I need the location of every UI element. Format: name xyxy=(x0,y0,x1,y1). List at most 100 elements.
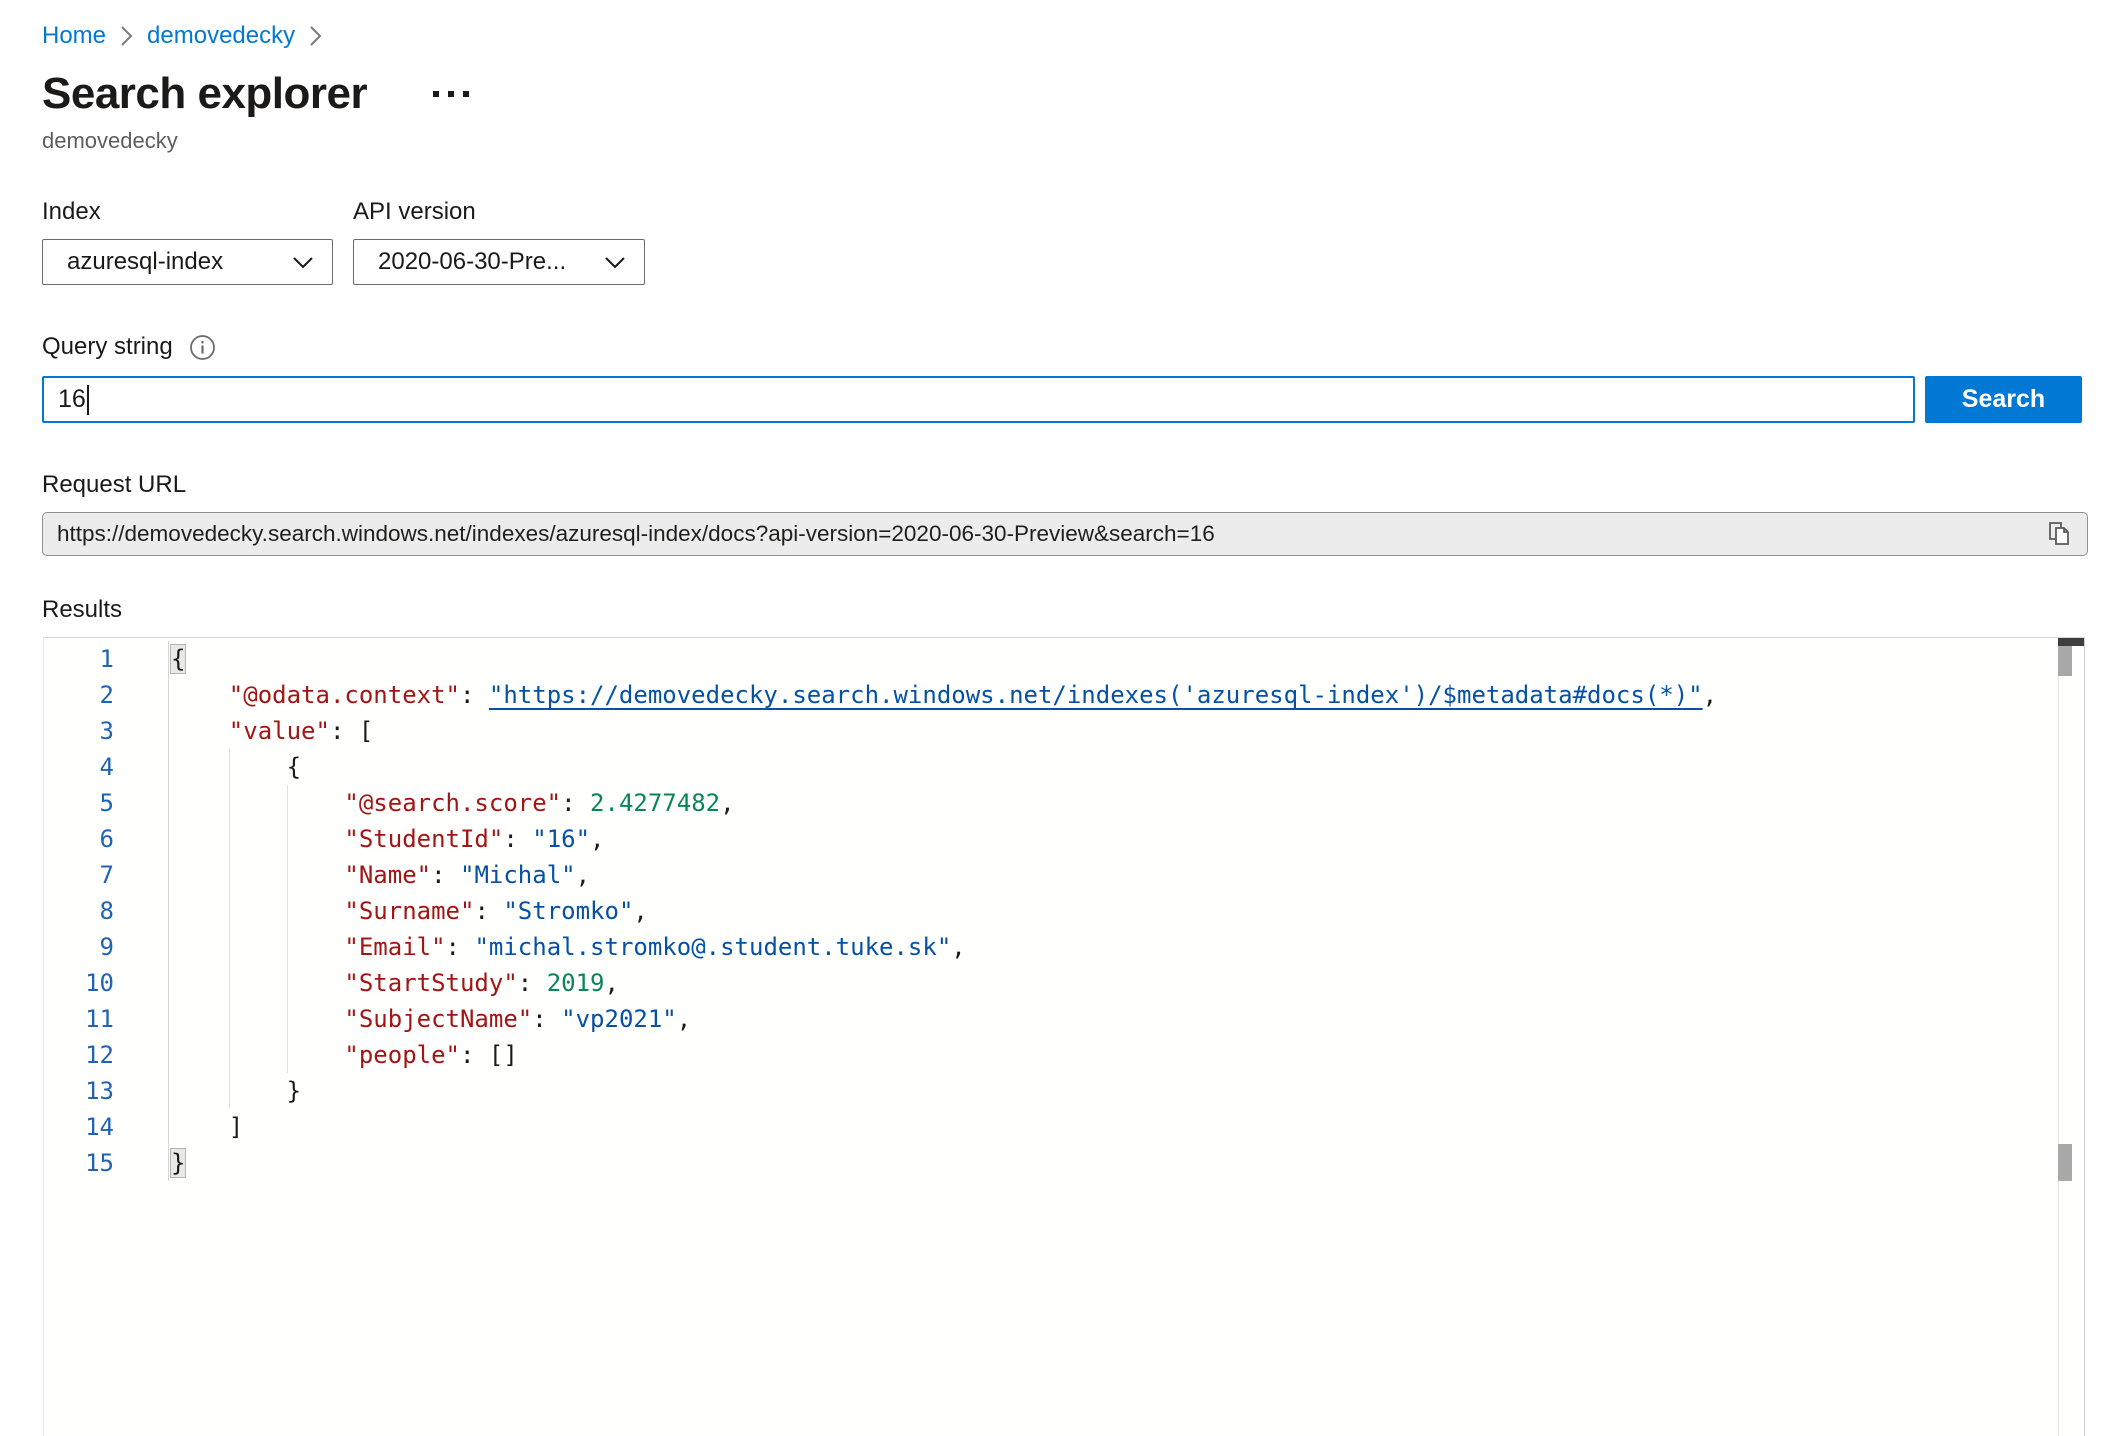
line-number: 3 xyxy=(44,713,168,749)
code-text: ] xyxy=(168,1109,2084,1145)
breadcrumb-link-home[interactable]: Home xyxy=(42,22,106,50)
code-text: } xyxy=(168,1073,2084,1109)
indent-guide xyxy=(229,1073,230,1109)
code-line: 2 "@odata.context": "https://demovedecky… xyxy=(44,677,2084,713)
line-number: 11 xyxy=(44,1001,168,1037)
code-text: "Surname": "Stromko", xyxy=(168,893,2084,929)
code-line: 9 "Email": "michal.stromko@.student.tuke… xyxy=(44,929,2084,965)
code-text: { xyxy=(168,641,2084,677)
json-token: "16" xyxy=(532,825,590,853)
scrollbar-marker xyxy=(2058,638,2084,646)
code-line: 4 { xyxy=(44,749,2084,785)
json-token: : xyxy=(431,861,460,889)
code-line: 6 "StudentId": "16", xyxy=(44,821,2084,857)
chevron-down-icon xyxy=(292,248,314,276)
code-line: 14 ] xyxy=(44,1109,2084,1145)
text-caret xyxy=(87,385,89,415)
line-number: 2 xyxy=(44,677,168,713)
line-number: 7 xyxy=(44,857,168,893)
code-text: { xyxy=(168,749,2084,785)
api-version-select-value: 2020-06-30-Pre... xyxy=(378,248,566,276)
line-number: 4 xyxy=(44,749,168,785)
json-token: , xyxy=(720,789,734,817)
json-token: { xyxy=(171,645,185,673)
index-select[interactable]: azuresql-index xyxy=(42,239,333,285)
json-token: : xyxy=(518,969,547,997)
json-token: "Surname" xyxy=(344,897,474,925)
code-line: 8 "Surname": "Stromko", xyxy=(44,893,2084,929)
code-text: "@odata.context": "https://demovedecky.s… xyxy=(168,677,2084,713)
indent-guide xyxy=(229,1037,230,1073)
json-token: "@search.score" xyxy=(344,789,561,817)
results-label: Results xyxy=(42,596,2102,624)
json-token: "@odata.context" xyxy=(229,681,460,709)
json-token: 2019 xyxy=(547,969,605,997)
indent-guide xyxy=(229,893,230,929)
request-url-field: https://demovedecky.search.windows.net/i… xyxy=(42,512,2088,556)
code-text: "StartStudy": 2019, xyxy=(168,965,2084,1001)
json-token: } xyxy=(287,1077,301,1105)
code-line: 5 "@search.score": 2.4277482, xyxy=(44,785,2084,821)
api-version-field-group: API version 2020-06-30-Pre... xyxy=(353,198,645,285)
json-token: : xyxy=(446,933,475,961)
api-version-select[interactable]: 2020-06-30-Pre... xyxy=(353,239,645,285)
json-token: { xyxy=(287,753,301,781)
code-text: "Name": "Michal", xyxy=(168,857,2084,893)
json-token: "vp2021" xyxy=(561,1005,677,1033)
ellipsis-horizontal-icon[interactable] xyxy=(429,83,473,105)
editor-scrollbar[interactable] xyxy=(2058,638,2084,1436)
chevron-right-icon xyxy=(120,25,133,47)
indent-guide xyxy=(229,821,230,857)
json-token: 2.4277482 xyxy=(590,789,720,817)
api-version-label: API version xyxy=(353,198,645,226)
json-token: "StudentId" xyxy=(344,825,503,853)
json-link[interactable]: "https://demovedecky.search.windows.net/… xyxy=(489,681,1703,709)
json-token: , xyxy=(633,897,647,925)
code-line: 13 } xyxy=(44,1073,2084,1109)
json-token: , xyxy=(590,825,604,853)
line-number: 1 xyxy=(44,641,168,677)
breadcrumb-link-demovedecky[interactable]: demovedecky xyxy=(147,22,295,50)
search-explorer-blade: Home demovedecky Search explorer demoved… xyxy=(0,0,2102,1436)
indent-guide xyxy=(287,965,288,1001)
request-url-value: https://demovedecky.search.windows.net/i… xyxy=(57,521,2036,547)
json-token: "value" xyxy=(229,717,330,745)
code-text: "StudentId": "16", xyxy=(168,821,2084,857)
json-token: "michal.stromko@.student.tuke.sk" xyxy=(474,933,951,961)
query-input[interactable]: 16 xyxy=(42,376,1915,423)
json-token: : xyxy=(460,681,489,709)
code-text: "people": [] xyxy=(168,1037,2084,1073)
scrollbar-thumb[interactable] xyxy=(2058,1144,2072,1181)
copy-icon[interactable] xyxy=(2044,517,2075,551)
page-subtitle: demovedecky xyxy=(42,128,2102,154)
indent-guide xyxy=(229,929,230,965)
code-line: 1{ xyxy=(44,641,2084,677)
code-line: 10 "StartStudy": 2019, xyxy=(44,965,2084,1001)
json-token: : xyxy=(532,1005,561,1033)
index-field-group: Index azuresql-index xyxy=(42,198,333,285)
code-line: 15} xyxy=(44,1145,2084,1181)
json-token: "Name" xyxy=(344,861,431,889)
indent-guide xyxy=(287,929,288,965)
indent-guide xyxy=(287,821,288,857)
json-token: ] xyxy=(229,1113,243,1141)
indent-guide xyxy=(229,785,230,821)
breadcrumb: Home demovedecky xyxy=(42,20,2102,52)
json-token: } xyxy=(171,1149,185,1177)
code-line: 12 "people": [] xyxy=(44,1037,2084,1073)
search-button[interactable]: Search xyxy=(1925,376,2082,423)
json-token: : xyxy=(474,897,503,925)
json-token: : xyxy=(561,789,590,817)
scrollbar-thumb[interactable] xyxy=(2058,646,2072,676)
json-token: "SubjectName" xyxy=(344,1005,532,1033)
line-number: 12 xyxy=(44,1037,168,1073)
indent-guide xyxy=(229,1001,230,1037)
request-url-label: Request URL xyxy=(42,471,2102,499)
code-text: "Email": "michal.stromko@.student.tuke.s… xyxy=(168,929,2084,965)
json-token: : [ xyxy=(330,717,373,745)
info-icon[interactable] xyxy=(189,334,216,361)
indent-guide xyxy=(229,857,230,893)
query-input-value: 16 xyxy=(58,385,86,414)
results-editor[interactable]: 1{2 "@odata.context": "https://demovedec… xyxy=(43,637,2085,1436)
json-token: , xyxy=(576,861,590,889)
